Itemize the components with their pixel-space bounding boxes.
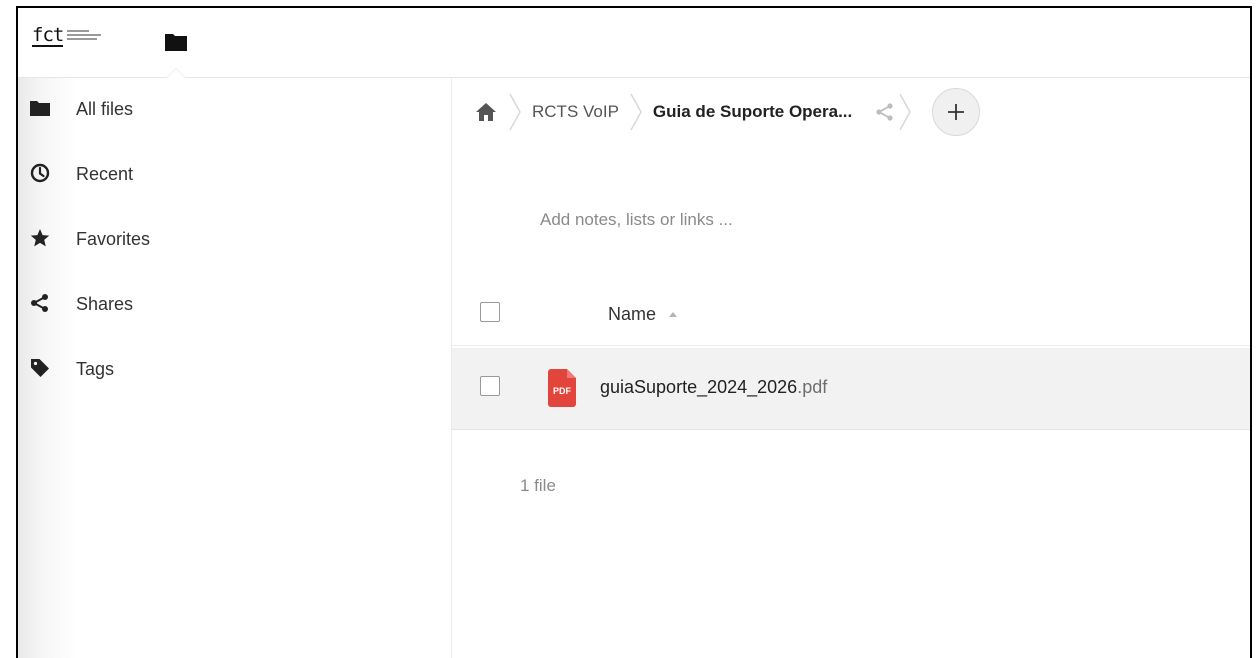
file-count-summary: 1 file <box>520 476 556 495</box>
file-basename: guiaSuporte_2024_2026 <box>600 377 798 397</box>
sidebar-item-all-files[interactable]: All files <box>18 84 451 149</box>
fct-logo[interactable]: fct <box>32 26 111 54</box>
file-extension: .pdf <box>797 377 828 397</box>
pdf-icon: PDF <box>546 368 578 408</box>
sidebar-item-favorites[interactable]: Favorites <box>18 214 451 279</box>
breadcrumb: RCTS VoIP Guia de Suporte Opera... <box>452 88 981 136</box>
sidebar-item-label: Shares <box>76 294 134 314</box>
breadcrumb-item-rcts-voip[interactable]: RCTS VoIP <box>532 102 619 122</box>
row-checkbox[interactable] <box>480 376 500 396</box>
select-all-checkbox[interactable] <box>480 302 500 322</box>
breadcrumb-separator <box>630 93 642 131</box>
sort-ascending-icon <box>669 311 678 317</box>
tag-icon <box>30 358 50 378</box>
logo-tagline-graphic <box>67 30 111 42</box>
sidebar-item-label: Favorites <box>76 229 151 249</box>
folder-notes-placeholder[interactable]: Add notes, lists or links ... <box>540 210 733 230</box>
clock-icon <box>30 163 50 183</box>
sidebar-item-label: Recent <box>76 164 134 184</box>
main-content: RCTS VoIP Guia de Suporte Opera... Add n… <box>452 78 1250 658</box>
add-new-button[interactable] <box>932 88 981 136</box>
breadcrumb-separator <box>509 93 521 131</box>
table-row[interactable]: PDF guiaSuporte_2024_2026.pdf <box>452 348 1250 430</box>
share-icon <box>30 293 50 313</box>
home-icon[interactable] <box>474 100 498 124</box>
sidebar-item-tags[interactable]: Tags <box>18 344 451 409</box>
share-icon[interactable] <box>874 101 896 123</box>
star-icon <box>30 228 50 248</box>
app-window: fct All files Recent Favorites Shares Ta… <box>16 6 1252 658</box>
breadcrumb-item-current-folder[interactable]: Guia de Suporte Opera... <box>653 102 852 122</box>
files-app-icon[interactable] <box>164 30 188 54</box>
plus-icon <box>948 104 965 120</box>
logo-mark: fct <box>32 24 64 47</box>
breadcrumb-separator <box>899 93 912 131</box>
folder-icon <box>30 98 50 118</box>
sidebar: All files Recent Favorites Shares Tags <box>18 78 452 658</box>
header: fct <box>18 8 1250 78</box>
column-header-label: Name <box>608 304 657 324</box>
column-header-name[interactable]: Name <box>608 304 678 325</box>
active-app-indicator <box>166 68 186 78</box>
sidebar-item-shares[interactable]: Shares <box>18 279 451 344</box>
sidebar-item-recent[interactable]: Recent <box>18 149 451 214</box>
sidebar-item-label: All files <box>76 99 134 119</box>
sidebar-item-label: Tags <box>76 359 115 379</box>
file-list-header: Name <box>452 290 1250 346</box>
pdf-icon-label: PDF <box>553 386 572 396</box>
file-name[interactable]: guiaSuporte_2024_2026.pdf <box>600 377 827 398</box>
sidebar-nav: All files Recent Favorites Shares Tags <box>18 84 451 409</box>
